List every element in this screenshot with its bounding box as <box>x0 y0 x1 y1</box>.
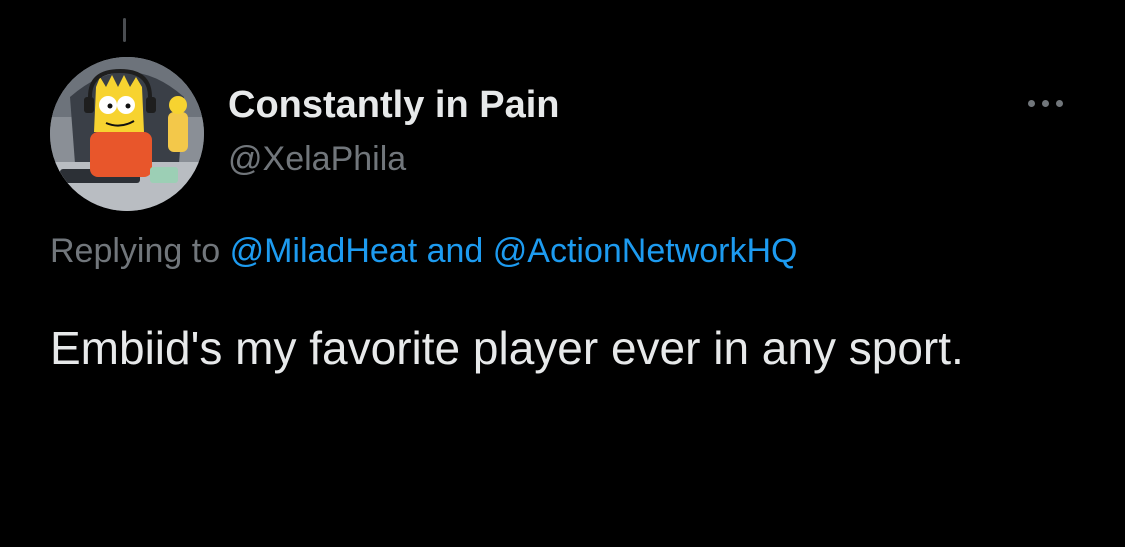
author-handle[interactable]: @XelaPhila <box>228 140 406 179</box>
more-dot <box>1042 99 1049 107</box>
replying-to-line: Replying to @MiladHeat and @ActionNetwor… <box>50 232 798 271</box>
replying-to-joiner[interactable]: and <box>427 232 484 270</box>
ellipsis-icon[interactable] <box>1028 96 1072 110</box>
author-display-name[interactable]: Constantly in Pain <box>228 84 559 127</box>
avatar[interactable] <box>50 57 204 211</box>
avatar-cartoon-gamer-icon <box>50 57 204 211</box>
tweet-text: Embiid's my favorite player ever in any … <box>50 322 964 374</box>
more-dot <box>1056 99 1063 107</box>
mention-link-miladheat[interactable]: @MiladHeat <box>230 232 418 270</box>
replying-to-label: Replying to <box>50 232 221 270</box>
mention-link-actionnetworkhq[interactable]: @ActionNetworkHQ <box>493 232 798 270</box>
more-dot <box>1028 99 1035 107</box>
thread-connector-line <box>123 18 126 42</box>
